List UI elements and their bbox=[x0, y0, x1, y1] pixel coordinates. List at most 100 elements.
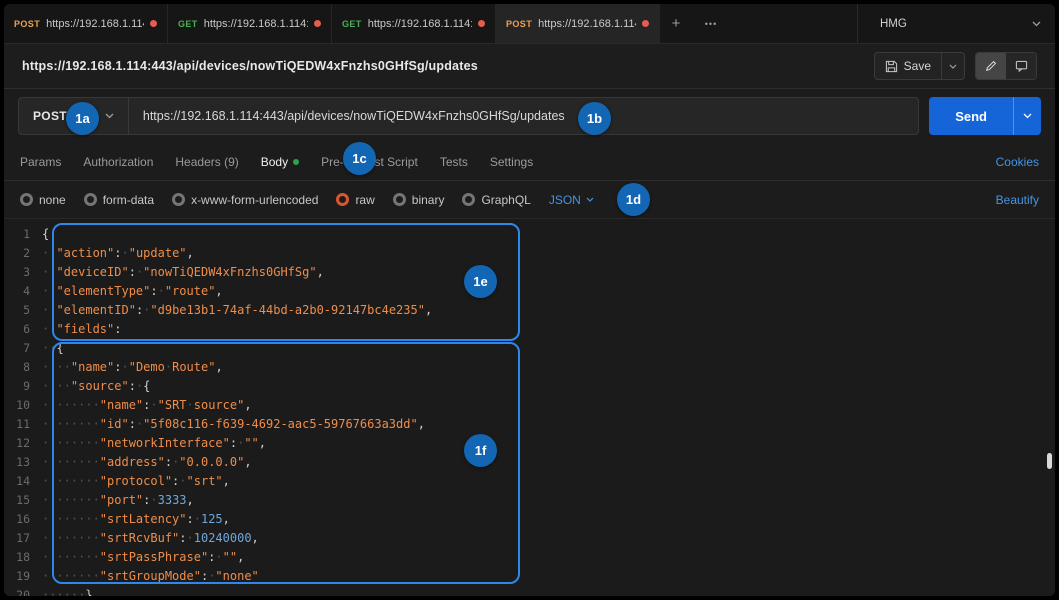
radio-icon bbox=[20, 193, 33, 206]
request-header-row: https://192.168.1.114:443/api/devices/no… bbox=[4, 44, 1055, 89]
title-actions: Save bbox=[874, 52, 1037, 80]
line-number: 10 bbox=[4, 396, 42, 415]
tab-body[interactable]: Body bbox=[261, 155, 299, 169]
line-number: 15 bbox=[4, 491, 42, 510]
url-input[interactable] bbox=[129, 98, 918, 134]
tab-pre-request-script[interactable]: Pre-request Script bbox=[321, 155, 418, 169]
line-number: 9 bbox=[4, 377, 42, 396]
app-window: POST https://192.168.1.114:4 GET https:/… bbox=[4, 4, 1055, 596]
tab-method-label: GET bbox=[342, 19, 362, 29]
line-number: 13 bbox=[4, 453, 42, 472]
chevron-down-icon bbox=[949, 64, 957, 69]
chevron-down-icon bbox=[1023, 113, 1032, 119]
body-present-dot bbox=[293, 159, 299, 165]
send-button[interactable]: Send bbox=[929, 97, 1013, 135]
beautify-link[interactable]: Beautify bbox=[996, 193, 1039, 207]
editor-scrollbar[interactable] bbox=[1047, 453, 1052, 469]
radio-icon bbox=[84, 193, 97, 206]
code-text: ········"protocol":·"srt", bbox=[42, 472, 230, 491]
request-tab-4-active[interactable]: POST https://192.168.1.114:4 bbox=[496, 4, 660, 43]
request-tab-3[interactable]: GET https://192.168.1.114:44 bbox=[332, 4, 496, 43]
new-tab-button[interactable]: + bbox=[660, 4, 692, 43]
tab-headers[interactable]: Headers (9) bbox=[175, 155, 238, 169]
request-section-tabs: Params Authorization Headers (9) Body Pr… bbox=[4, 143, 1055, 181]
code-line[interactable]: 11········"id":·"5f08c116-f639-4692-aac5… bbox=[4, 415, 1055, 434]
radio-icon bbox=[393, 193, 406, 206]
tab-tests[interactable]: Tests bbox=[440, 155, 468, 169]
tab-authorization[interactable]: Authorization bbox=[83, 155, 153, 169]
code-line[interactable]: 5··"elementID":·"d9be13b1-74af-44bd-a2b0… bbox=[4, 301, 1055, 320]
code-line[interactable]: 9····"source":·{ bbox=[4, 377, 1055, 396]
request-tab-2[interactable]: GET https://192.168.1.114:44 bbox=[168, 4, 332, 43]
body-mode-raw[interactable]: raw bbox=[336, 193, 374, 207]
unsaved-changes-dot bbox=[642, 20, 649, 27]
line-number: 17 bbox=[4, 529, 42, 548]
line-number: 20 bbox=[4, 586, 42, 596]
code-text: ··"deviceID":·"nowTiQEDW4xFnzhs0GHfSg", bbox=[42, 263, 324, 282]
line-number: 18 bbox=[4, 548, 42, 567]
code-line[interactable]: 2··"action":·"update", bbox=[4, 244, 1055, 263]
body-mode-graphql[interactable]: GraphQL bbox=[462, 193, 530, 207]
line-number: 19 bbox=[4, 567, 42, 586]
code-line[interactable]: 10········"name":·"SRT·source", bbox=[4, 396, 1055, 415]
method-dropdown[interactable]: POST bbox=[19, 98, 129, 134]
code-text: ········"srtPassPhrase":·"", bbox=[42, 548, 244, 567]
code-text: ········"port":·3333, bbox=[42, 491, 194, 510]
chevron-down-icon bbox=[586, 197, 594, 202]
code-text: ····"source":·{ bbox=[42, 377, 150, 396]
code-text: ········"name":·"SRT·source", bbox=[42, 396, 252, 415]
line-number: 11 bbox=[4, 415, 42, 434]
tab-url-label: https://192.168.1.114:44 bbox=[368, 18, 472, 30]
tab-url-label: https://192.168.1.114:4 bbox=[538, 18, 636, 30]
body-mode-none[interactable]: none bbox=[20, 193, 66, 207]
line-number: 6 bbox=[4, 320, 42, 339]
cookies-link[interactable]: Cookies bbox=[996, 155, 1039, 169]
line-number: 1 bbox=[4, 225, 42, 244]
code-line[interactable]: 14········"protocol":·"srt", bbox=[4, 472, 1055, 491]
comments-button[interactable] bbox=[1006, 53, 1036, 79]
language-dropdown[interactable]: JSON bbox=[549, 193, 594, 207]
radio-icon bbox=[172, 193, 185, 206]
code-line[interactable]: 3··"deviceID":·"nowTiQEDW4xFnzhs0GHfSg", bbox=[4, 263, 1055, 282]
tab-params[interactable]: Params bbox=[20, 155, 61, 169]
code-text: ··"elementID":·"d9be13b1-74af-44bd-a2b0-… bbox=[42, 301, 432, 320]
line-number: 12 bbox=[4, 434, 42, 453]
environment-selector[interactable]: HMG bbox=[857, 4, 1055, 43]
more-tabs-button[interactable]: ••• bbox=[692, 4, 730, 43]
request-title: https://192.168.1.114:443/api/devices/no… bbox=[22, 59, 478, 73]
tab-settings[interactable]: Settings bbox=[490, 155, 533, 169]
unsaved-changes-dot bbox=[314, 20, 321, 27]
header-icon-group bbox=[975, 52, 1037, 80]
code-line[interactable]: 12········"networkInterface":·"", bbox=[4, 434, 1055, 453]
request-tab-1[interactable]: POST https://192.168.1.114:4 bbox=[4, 4, 168, 43]
code-line[interactable]: 19········"srtGroupMode":·"none" bbox=[4, 567, 1055, 586]
code-line[interactable]: 17········"srtRcvBuf":·10240000, bbox=[4, 529, 1055, 548]
code-text: ··{ bbox=[42, 339, 64, 358]
line-number: 3 bbox=[4, 263, 42, 282]
code-line[interactable]: 20······} bbox=[4, 586, 1055, 596]
line-number: 4 bbox=[4, 282, 42, 301]
body-mode-binary[interactable]: binary bbox=[393, 193, 445, 207]
tab-method-label: POST bbox=[14, 19, 40, 29]
save-icon bbox=[885, 60, 898, 73]
save-button[interactable]: Save bbox=[875, 53, 941, 79]
code-line[interactable]: 8····"name":·"Demo·Route", bbox=[4, 358, 1055, 377]
code-line[interactable]: 7··{ bbox=[4, 339, 1055, 358]
code-line[interactable]: 15········"port":·3333, bbox=[4, 491, 1055, 510]
save-options-button[interactable] bbox=[941, 53, 964, 79]
send-options-button[interactable] bbox=[1013, 97, 1041, 135]
pencil-icon bbox=[985, 60, 997, 72]
code-line[interactable]: 13········"address":·"0.0.0.0", bbox=[4, 453, 1055, 472]
code-line[interactable]: 4··"elementType":·"route", bbox=[4, 282, 1055, 301]
body-code-editor[interactable]: 1{2··"action":·"update",3··"deviceID":·"… bbox=[4, 219, 1055, 596]
code-line[interactable]: 16········"srtLatency":·125, bbox=[4, 510, 1055, 529]
edit-button[interactable] bbox=[976, 53, 1006, 79]
code-line[interactable]: 6··"fields": bbox=[4, 320, 1055, 339]
body-mode-urlencoded[interactable]: x-www-form-urlencoded bbox=[172, 193, 318, 207]
code-text: ········"srtLatency":·125, bbox=[42, 510, 230, 529]
method-label: POST bbox=[33, 109, 67, 123]
code-text: ····"name":·"Demo·Route", bbox=[42, 358, 223, 377]
code-line[interactable]: 1{ bbox=[4, 225, 1055, 244]
code-line[interactable]: 18········"srtPassPhrase":·"", bbox=[4, 548, 1055, 567]
body-mode-form-data[interactable]: form-data bbox=[84, 193, 154, 207]
